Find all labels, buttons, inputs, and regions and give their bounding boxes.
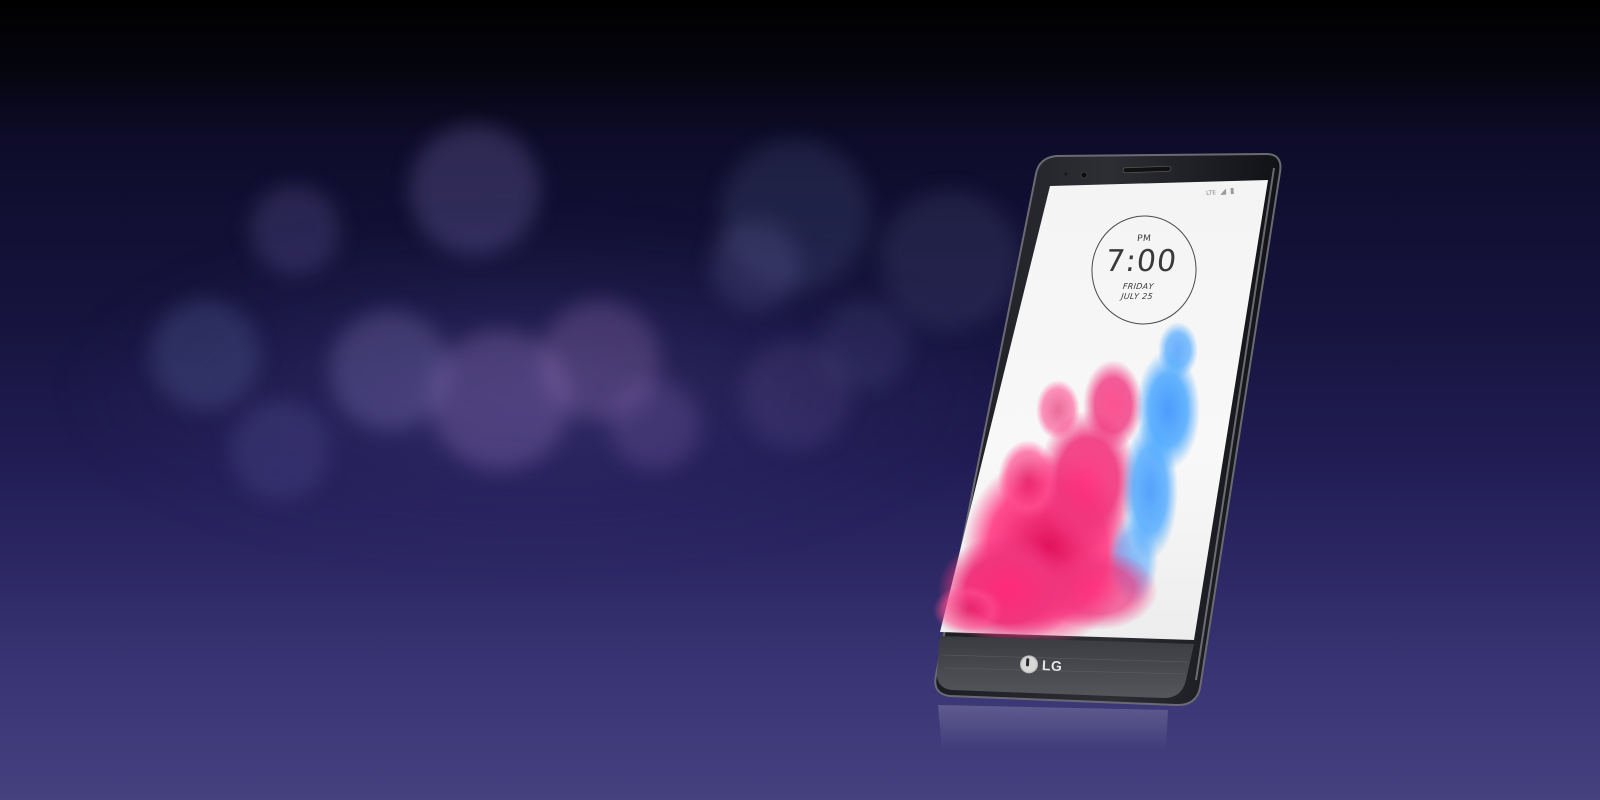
bokeh-light (250, 185, 340, 275)
bokeh-light (710, 220, 800, 310)
lockscreen-clock: PM 7:00 FRIDAY JULY 25 (1079, 218, 1200, 326)
lg-logo-icon (1019, 654, 1039, 674)
brand-logo: LG (1019, 654, 1063, 675)
hero-banner: LTE ◢ ▮ PM 7:00 FRIDAY JULY 25 LG (0, 0, 1600, 800)
clock-time: 7:00 (1103, 244, 1180, 279)
bokeh-light (820, 300, 910, 390)
battery-icon: ▮ (1229, 186, 1235, 196)
phone-reflection (938, 705, 1168, 750)
network-label: LTE (1205, 189, 1217, 197)
brand-name: LG (1041, 657, 1063, 675)
bokeh-light (610, 380, 700, 470)
smartphone: LTE ◢ ▮ PM 7:00 FRIDAY JULY 25 LG (933, 150, 1288, 750)
signal-icon: ◢ (1219, 186, 1227, 197)
bokeh-light (410, 125, 540, 255)
bokeh-light (150, 300, 260, 410)
clock-day: FRIDAY (1122, 282, 1155, 291)
clock-ampm: PM (1136, 234, 1152, 244)
front-camera (1080, 171, 1088, 179)
phone-chin (936, 636, 1194, 698)
clock-date: JULY 25 (1120, 292, 1154, 301)
bokeh-light (230, 400, 330, 500)
bokeh-lights (0, 0, 1600, 800)
